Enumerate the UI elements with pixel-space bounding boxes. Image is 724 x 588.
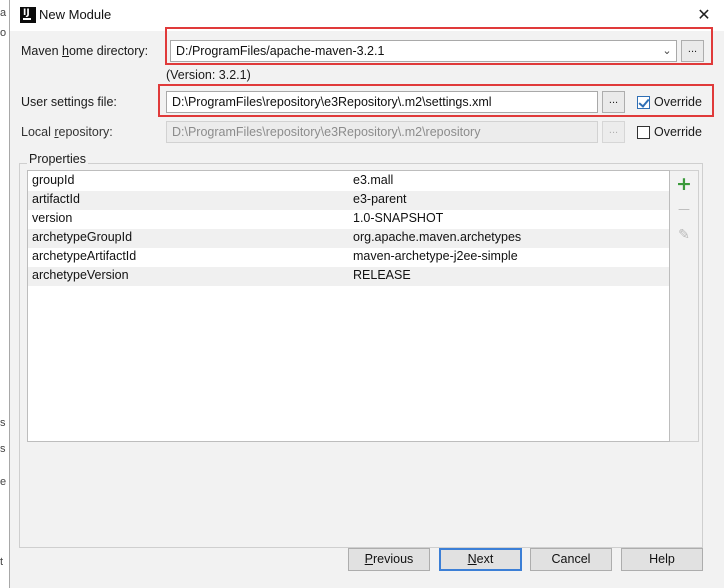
properties-toolbar: + — ✎ <box>670 170 699 442</box>
user-settings-label: User settings file: <box>21 95 117 109</box>
background-char: o <box>0 27 7 39</box>
close-icon[interactable]: ✕ <box>693 4 715 26</box>
table-row[interactable]: artifactId e3-parent <box>28 191 669 210</box>
local-repository-browse-button: ... <box>602 121 625 143</box>
intellij-app-icon: IJ <box>20 7 36 23</box>
background-char: s <box>0 417 6 429</box>
maven-home-browse-button[interactable]: ... <box>681 40 704 62</box>
background-char: e <box>0 476 7 488</box>
maven-home-combobox[interactable]: D:/ProgramFiles/apache-maven-3.2.1 ⌄ <box>170 40 677 62</box>
property-value: 1.0-SNAPSHOT <box>353 211 444 225</box>
maven-home-label: Maven home directory: <box>21 44 149 58</box>
local-repository-override-label[interactable]: Override <box>654 125 702 139</box>
user-settings-field[interactable]: D:\ProgramFiles\repository\e3Repository\… <box>166 91 598 113</box>
property-key: groupId <box>32 173 75 187</box>
cancel-button[interactable]: Cancel <box>530 548 612 571</box>
table-row[interactable]: groupId e3.mall <box>28 172 669 191</box>
add-icon[interactable]: + <box>674 174 694 194</box>
property-value: e3.mall <box>353 173 394 187</box>
next-button[interactable]: Next <box>439 548 522 571</box>
remove-icon: — <box>678 202 690 216</box>
properties-group-label: Properties <box>27 152 88 166</box>
local-repository-field: D:\ProgramFiles\repository\e3Repository\… <box>166 121 598 143</box>
table-row[interactable]: archetypeGroupId org.apache.maven.archet… <box>28 229 669 248</box>
property-key: artifactId <box>32 192 80 206</box>
window-title: New Module <box>39 7 112 22</box>
background-char: a <box>0 7 7 19</box>
property-value: RELEASE <box>353 268 411 282</box>
help-button[interactable]: Help <box>621 548 703 571</box>
property-value: maven-archetype-j2ee-simple <box>353 249 518 263</box>
property-key: archetypeGroupId <box>32 230 133 244</box>
table-row[interactable]: version 1.0-SNAPSHOT <box>28 210 669 229</box>
user-settings-override-label[interactable]: Override <box>654 95 702 109</box>
table-row[interactable]: archetypeVersion RELEASE <box>28 267 669 286</box>
property-key: version <box>32 211 73 225</box>
maven-home-value: D:/ProgramFiles/apache-maven-3.2.1 <box>176 44 385 58</box>
edit-icon: ✎ <box>678 227 690 243</box>
new-module-dialog: IJ New Module ✕ Maven home directory: D:… <box>9 0 724 588</box>
previous-button[interactable]: Previous <box>348 548 430 571</box>
maven-version-note: (Version: 3.2.1) <box>166 68 251 82</box>
local-repository-override-checkbox[interactable] <box>637 126 650 139</box>
property-value: e3-parent <box>353 192 407 206</box>
user-settings-override-checkbox[interactable] <box>637 96 650 109</box>
properties-table[interactable]: groupId e3.mall artifactId e3-parent ver… <box>27 170 670 442</box>
property-key: archetypeArtifactId <box>32 249 137 263</box>
table-row[interactable]: archetypeArtifactId maven-archetype-j2ee… <box>28 248 669 267</box>
property-value: org.apache.maven.archetypes <box>353 230 522 244</box>
background-char: t <box>0 556 4 568</box>
local-repository-label: Local repository: <box>21 125 113 139</box>
chevron-down-icon[interactable]: ⌄ <box>659 41 675 61</box>
user-settings-browse-button[interactable]: ... <box>602 91 625 113</box>
background-char: s <box>0 443 6 455</box>
property-key: archetypeVersion <box>32 268 129 282</box>
